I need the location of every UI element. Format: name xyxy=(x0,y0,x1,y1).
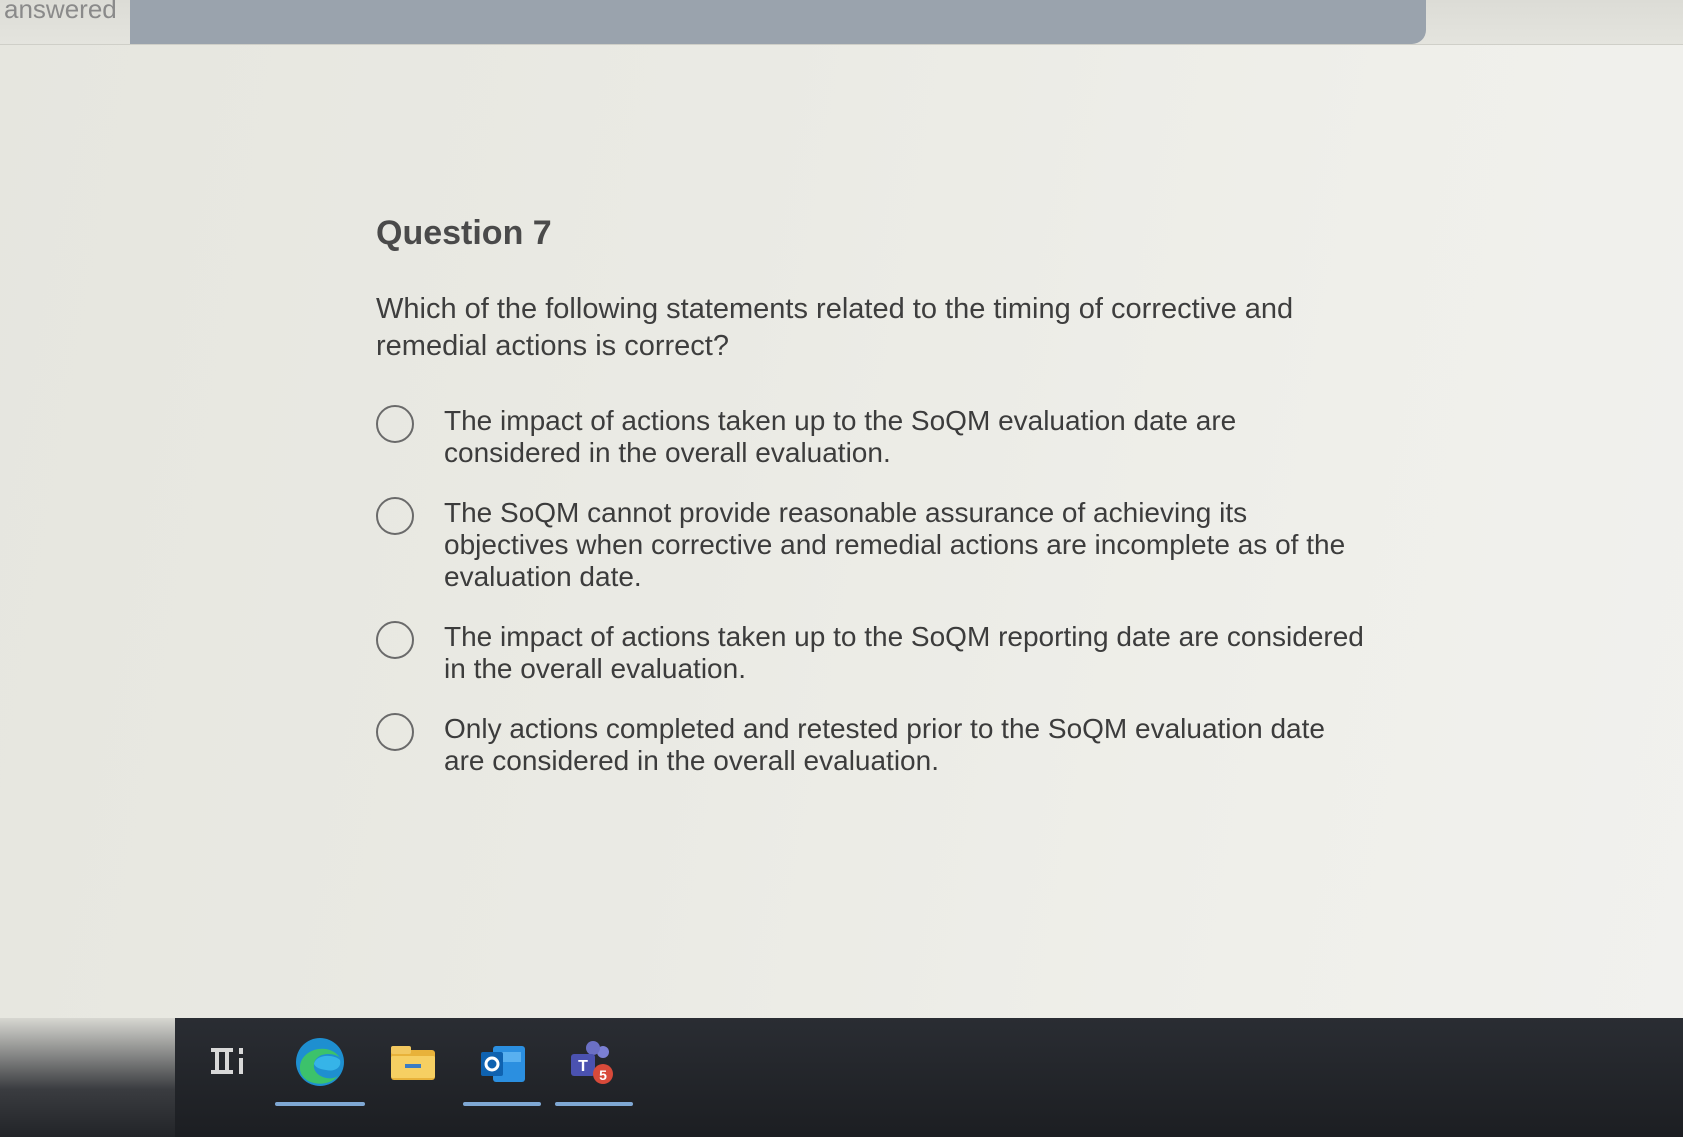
answer-option-label: The impact of actions taken up to the So… xyxy=(444,405,1237,468)
question-title: Question 7 xyxy=(376,214,552,252)
progress-bar xyxy=(0,0,1683,44)
answer-option-3[interactable]: The impact of actions taken up to the So… xyxy=(376,621,1366,685)
question-panel: Question 7 Which of the following statem… xyxy=(376,214,1366,805)
answer-option-1[interactable]: The impact of actions taken up to the So… xyxy=(376,405,1366,469)
file-explorer-icon[interactable] xyxy=(387,1038,439,1090)
outlook-icon[interactable] xyxy=(477,1038,529,1090)
radio-button[interactable] xyxy=(376,497,414,535)
answer-option-label: The SoQM cannot provide reasonable assur… xyxy=(444,497,1346,592)
progress-bar-fill xyxy=(130,0,1426,44)
radio-button[interactable] xyxy=(376,713,414,751)
radio-button[interactable] xyxy=(376,405,414,443)
answer-option-label: Only actions completed and retested prio… xyxy=(444,713,1325,776)
edge-active-indicator xyxy=(275,1102,365,1106)
radio-button[interactable] xyxy=(376,621,414,659)
taskbar: T 5 xyxy=(175,1018,1683,1137)
question-text: Which of the following statements relate… xyxy=(376,293,1294,362)
monitor-bezel xyxy=(0,1018,175,1137)
answer-option-label: The impact of actions taken up to the So… xyxy=(444,621,1364,684)
teams-icon[interactable]: T 5 xyxy=(565,1038,617,1090)
teams-badge-count: 5 xyxy=(599,1067,607,1083)
outlook-active-indicator xyxy=(463,1102,541,1106)
svg-text:T: T xyxy=(578,1058,588,1075)
teams-active-indicator xyxy=(555,1102,633,1106)
answer-option-4[interactable]: Only actions completed and retested prio… xyxy=(376,713,1366,777)
progress-label: answered xyxy=(4,0,117,24)
edge-browser-icon[interactable] xyxy=(290,1032,350,1092)
answer-option-2[interactable]: The SoQM cannot provide reasonable assur… xyxy=(376,497,1366,593)
top-bar: answered xyxy=(0,0,1683,45)
widgets-icon[interactable] xyxy=(203,1038,255,1090)
